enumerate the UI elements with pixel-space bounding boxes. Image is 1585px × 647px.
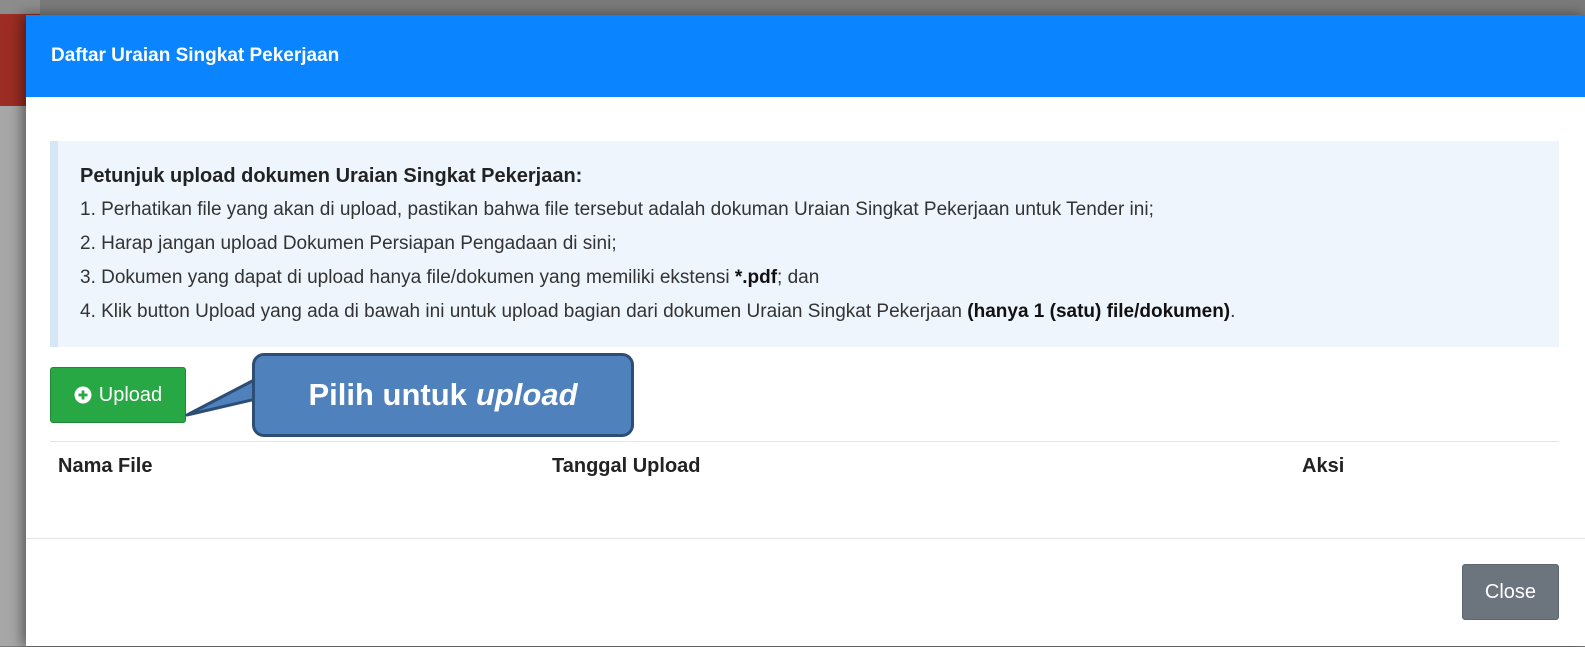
instruction-item-3-text: 3. Dokumen yang dapat di upload hanya fi… bbox=[80, 267, 735, 288]
plus-circle-icon bbox=[74, 386, 92, 404]
modal-title: Daftar Uraian Singkat Pekerjaan bbox=[51, 45, 340, 66]
table-header-row: Nama File Tanggal Upload Aksi bbox=[50, 441, 1559, 482]
modal-footer: Close bbox=[26, 538, 1585, 647]
column-header-upload-date: Tanggal Upload bbox=[544, 441, 1294, 482]
pdf-extension: *.pdf bbox=[734, 267, 778, 288]
instructions-list: 1. Perhatikan file yang akan di upload, … bbox=[80, 193, 1559, 329]
upload-instructions: Petunjuk upload dokumen Uraian Singkat P… bbox=[50, 141, 1559, 347]
instruction-item-2: 2. Harap jangan upload Dokumen Persiapan… bbox=[80, 233, 617, 254]
upload-modal: Daftar Uraian Singkat Pekerjaan Petunjuk… bbox=[26, 15, 1585, 646]
modal-header: Daftar Uraian Singkat Pekerjaan bbox=[26, 15, 1585, 97]
upload-button[interactable]: Upload bbox=[50, 367, 186, 423]
upload-hint-callout: Pilih untuk upload bbox=[252, 353, 634, 437]
column-header-action: Aksi bbox=[1294, 441, 1559, 482]
hint-emphasis: upload bbox=[475, 377, 578, 412]
instruction-item-4-end: . bbox=[1230, 301, 1236, 322]
close-button[interactable]: Close bbox=[1462, 564, 1559, 620]
instruction-item-4: 4. Klik button Upload yang ada di bawah … bbox=[80, 295, 1559, 329]
hint-text: Pilih untuk bbox=[308, 377, 467, 412]
instruction-item-1: 1. Perhatikan file yang akan di upload, … bbox=[80, 199, 1154, 220]
instruction-item-3-end: ; dan bbox=[777, 267, 820, 288]
uploaded-files-table: Nama File Tanggal Upload Aksi bbox=[50, 441, 1559, 539]
upload-button-label: Upload bbox=[98, 383, 163, 406]
instructions-heading: Petunjuk upload dokumen Uraian Singkat P… bbox=[80, 165, 583, 187]
column-header-file-name: Nama File bbox=[50, 441, 544, 482]
instruction-item-4-text: 4. Klik button Upload yang ada di bawah … bbox=[80, 301, 968, 322]
single-file-note: (hanya 1 (satu) file/dokumen) bbox=[967, 301, 1231, 322]
table-empty-row bbox=[50, 482, 1559, 539]
instruction-item-3: 3. Dokumen yang dapat di upload hanya fi… bbox=[80, 261, 1559, 295]
